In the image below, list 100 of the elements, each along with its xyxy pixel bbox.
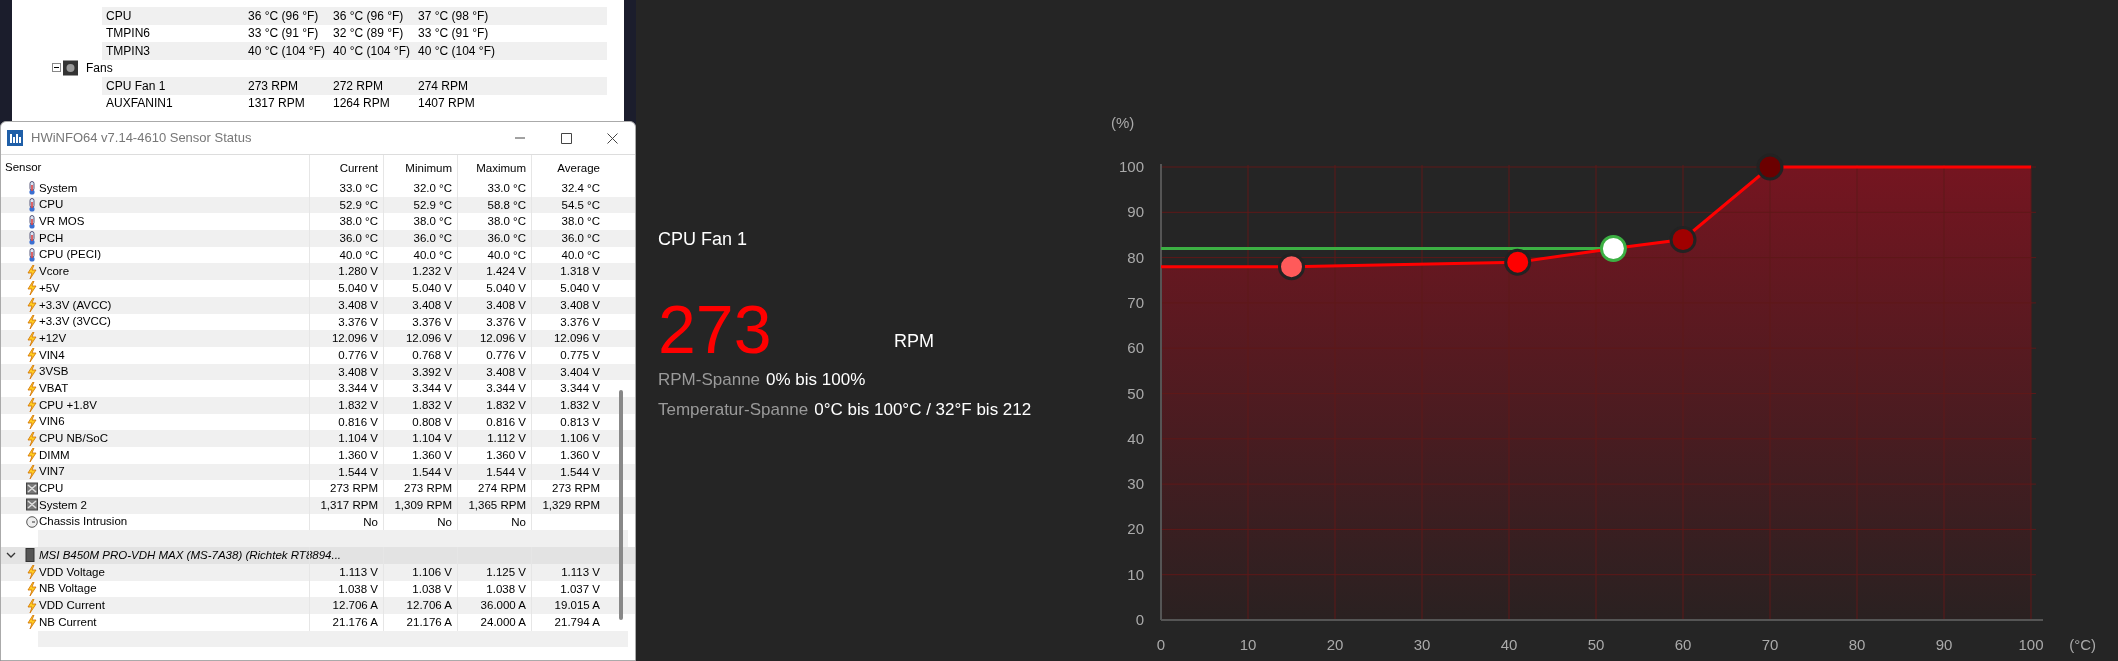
sensor-name: VBAT: [39, 380, 69, 396]
table-cell: 3.408 V: [309, 363, 383, 381]
table-cell: 52.9 °C: [383, 196, 457, 214]
sensor-name: System: [39, 180, 78, 196]
curve-point[interactable]: [1278, 253, 1305, 281]
fan-speed: 273: [658, 295, 773, 363]
sensor-name: Vcore: [39, 264, 70, 280]
table-cell-text: 32 °C (89 °F): [333, 25, 405, 43]
speed-unit: RPM: [894, 330, 934, 353]
table-cell-text: 274 RPM: [418, 77, 470, 95]
table-cell: 0.775 V: [531, 346, 605, 364]
table-cell: 19.015 A: [531, 597, 605, 614]
lightning-icon: [26, 615, 38, 630]
table-cell: 21.176 A: [383, 613, 457, 631]
table-cell: 12.096 V: [309, 330, 383, 347]
table-cell: 5.040 V: [531, 280, 605, 297]
table-cell-text: 272 RPM: [333, 77, 385, 95]
curve-point[interactable]: [1504, 248, 1532, 276]
table-cell: 1.832 V: [457, 396, 531, 414]
column-header[interactable]: Average: [531, 155, 605, 180]
axis-tick-label: 70: [1761, 636, 1779, 653]
lightning-icon: [26, 581, 38, 596]
lightning-icon: [26, 465, 38, 480]
axis-tick-label: 60: [1127, 339, 1144, 357]
table-cell: 1.832 V: [309, 396, 383, 414]
table-cell-text: 273 RPM: [248, 77, 300, 95]
table-cell: 1.424 V: [457, 263, 531, 281]
thermometer-icon: [26, 181, 38, 196]
table-cell: 1.112 V: [457, 430, 531, 447]
lightning-icon: [26, 414, 38, 429]
tree-item[interactable]: TMPIN3: [102, 41, 248, 60]
fan-name: CPU Fan 1: [658, 228, 749, 251]
sensor-name: CPU (PECI): [39, 247, 101, 263]
table-cell: 1.544 V: [531, 463, 605, 481]
table-cell: 1.360 V: [383, 447, 457, 464]
collapse-chevron-icon[interactable]: [6, 551, 16, 560]
range-label: RPM-Spanne: [658, 370, 761, 389]
table-cell: 3.344 V: [309, 380, 383, 397]
tree-item[interactable]: TMPIN6: [102, 24, 248, 43]
lightning-icon: [26, 381, 38, 396]
current-point[interactable]: [1599, 235, 1627, 263]
table-cell: 0.768 V: [383, 346, 457, 364]
table-cell: 1,329 RPM: [531, 497, 605, 514]
table-cell: 32.0 °C: [383, 180, 457, 197]
table-cell: 1.832 V: [531, 396, 605, 414]
table-cell-text: 1317 RPM: [248, 95, 306, 113]
table-cell: 36.000 A: [457, 597, 531, 614]
tree-item[interactable]: Fans: [86, 59, 113, 78]
lightning-icon: [26, 364, 38, 379]
sensor-name: +12V: [39, 330, 67, 346]
table-cell: 3.344 V: [531, 380, 605, 397]
column-header[interactable]: Minimum: [383, 155, 457, 180]
axis-tick-label: 20: [1326, 636, 1344, 653]
table-cell: 1,365 RPM: [457, 497, 531, 514]
table-cell: 5.040 V: [309, 280, 383, 297]
lightning-icon: [26, 448, 38, 463]
thermometer-icon: [26, 248, 38, 263]
table-cell: 12.096 V: [457, 330, 531, 347]
tree-item[interactable]: CPU: [102, 6, 248, 25]
axis-title: (%): [1111, 114, 1135, 131]
axis-tick-label: 40: [1127, 429, 1144, 447]
table-cell: 1.360 V: [309, 447, 383, 464]
lightning-icon: [26, 281, 38, 296]
close-icon: [606, 132, 618, 144]
table-cell-text: 1407 RPM: [418, 95, 476, 113]
axis-tick-label: 60: [1674, 636, 1692, 653]
column-header[interactable]: Maximum: [457, 155, 531, 180]
table-cell: 3.408 V: [309, 296, 383, 314]
chip-icon: [24, 548, 36, 563]
scrollbar-thumb[interactable]: [619, 390, 623, 620]
table-cell: 1.106 V: [531, 430, 605, 447]
table-cell: 1.113 V: [531, 563, 605, 581]
sensor-name: VIN6: [39, 414, 65, 430]
table-cell: 1.544 V: [309, 463, 383, 481]
table-cell: 3.404 V: [531, 363, 605, 381]
axis-tick-label: 10: [1239, 636, 1257, 653]
axis-tick-label: 30: [1127, 475, 1144, 493]
axis-tick-label: 70: [1127, 293, 1144, 311]
lightning-icon: [26, 314, 38, 329]
axis-tick-label: 100: [1118, 158, 1144, 175]
thermometer-icon: [26, 198, 38, 213]
table-cell: 24.000 A: [457, 613, 531, 631]
range-label: Temperatur-Spanne: [658, 399, 809, 419]
tree-item[interactable]: AUXFANIN1: [102, 94, 248, 113]
table-cell: 5.040 V: [383, 280, 457, 297]
table-cell: 1.318 V: [531, 263, 605, 281]
table-cell-text: 40 °C (104 °F): [333, 42, 411, 60]
column-header[interactable]: Current: [309, 155, 383, 180]
axis-tick-label: 40: [1500, 636, 1518, 653]
table-cell-text: 36 °C (96 °F): [248, 7, 320, 25]
table-cell: 3.408 V: [531, 296, 605, 314]
lightning-icon: [26, 331, 38, 346]
fan-icon: [26, 498, 38, 513]
sensor-name: DIMM: [39, 447, 70, 463]
axis-tick-label: 80: [1848, 636, 1866, 653]
lightning-icon: [26, 264, 38, 279]
sensor-name: Chassis Intrusion: [39, 514, 128, 530]
tree-item[interactable]: CPU Fan 1: [102, 76, 248, 95]
column-header[interactable]: Sensor: [1, 155, 309, 180]
axis-tick-label: 90: [1127, 203, 1144, 221]
